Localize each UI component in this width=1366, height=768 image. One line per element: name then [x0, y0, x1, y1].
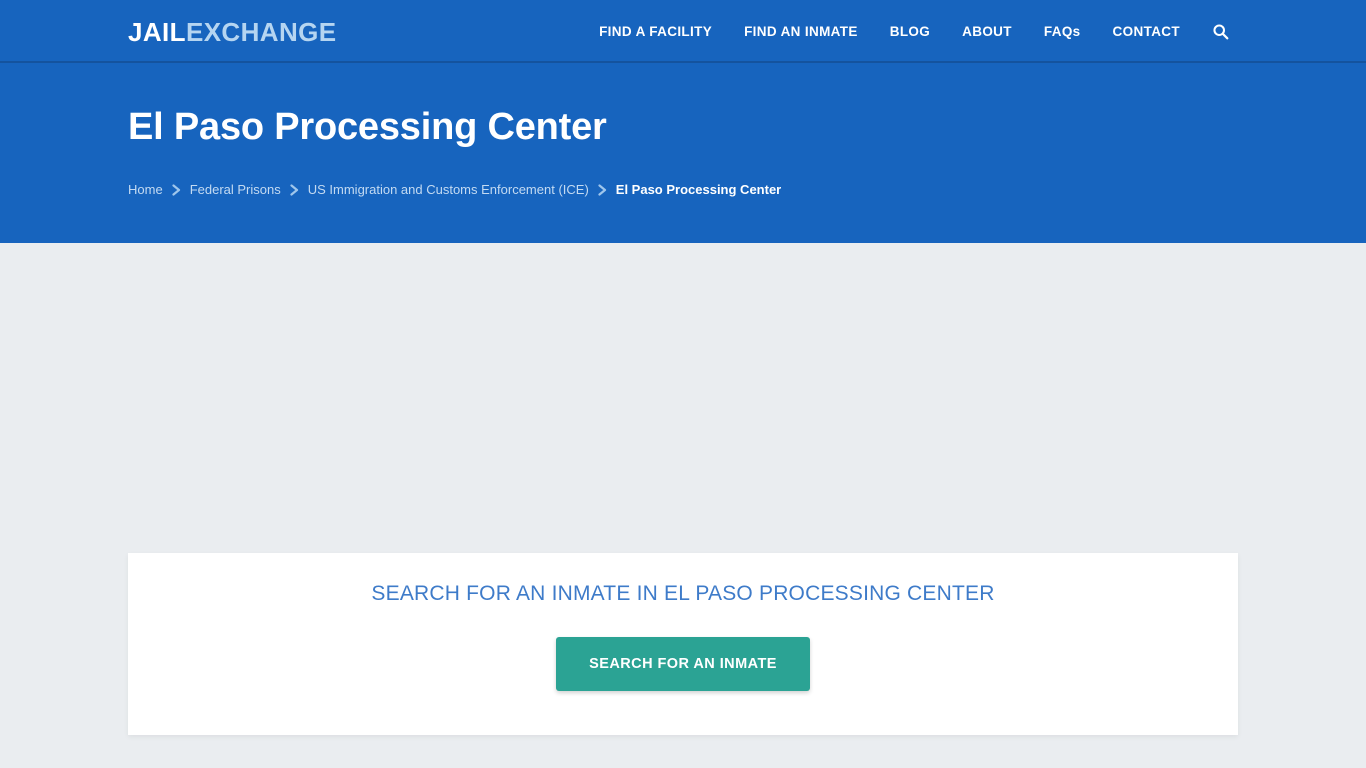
- page-title: El Paso Processing Center: [128, 106, 607, 148]
- nav-blog[interactable]: BLOG: [874, 0, 946, 63]
- site-logo[interactable]: JAILEXCHANGE: [128, 17, 337, 47]
- breadcrumb-item-ice[interactable]: US Immigration and Customs Enforcement (…: [308, 181, 589, 199]
- site-header: JAILEXCHANGE FIND A FACILITY FIND AN INM…: [0, 0, 1366, 63]
- nav-contact[interactable]: CONTACT: [1097, 0, 1196, 63]
- search-for-an-inmate-button[interactable]: SEARCH FOR AN INMATE: [556, 637, 810, 691]
- search-toggle-button[interactable]: [1202, 0, 1238, 63]
- logo-text-primary: JAIL: [128, 17, 186, 47]
- chevron-right-icon: [163, 184, 190, 196]
- inmate-search-heading: SEARCH FOR AN INMATE IN EL PASO PROCESSI…: [371, 582, 995, 605]
- nav-find-a-facility[interactable]: FIND A FACILITY: [583, 0, 728, 63]
- nav-faqs[interactable]: FAQs: [1028, 0, 1097, 63]
- breadcrumb-item-current: El Paso Processing Center: [615, 182, 782, 197]
- chevron-right-icon: [589, 184, 616, 196]
- inmate-search-card: SEARCH FOR AN INMATE IN EL PASO PROCESSI…: [128, 553, 1238, 735]
- page-hero: El Paso Processing Center Home Federal P…: [0, 63, 1366, 243]
- breadcrumb-item-federal-prisons[interactable]: Federal Prisons: [190, 181, 281, 199]
- chevron-right-icon: [281, 184, 308, 196]
- main-navigation: FIND A FACILITY FIND AN INMATE BLOG ABOU…: [583, 0, 1238, 63]
- nav-about[interactable]: ABOUT: [946, 0, 1028, 63]
- breadcrumb-item-home[interactable]: Home: [128, 181, 163, 199]
- search-icon: [1212, 24, 1228, 40]
- logo-text-secondary: EXCHANGE: [185, 17, 337, 47]
- breadcrumb: Home Federal Prisons US Immigration and …: [128, 181, 781, 199]
- main-content: SEARCH FOR AN INMATE IN EL PASO PROCESSI…: [0, 243, 1366, 768]
- nav-find-an-inmate[interactable]: FIND AN INMATE: [728, 0, 874, 63]
